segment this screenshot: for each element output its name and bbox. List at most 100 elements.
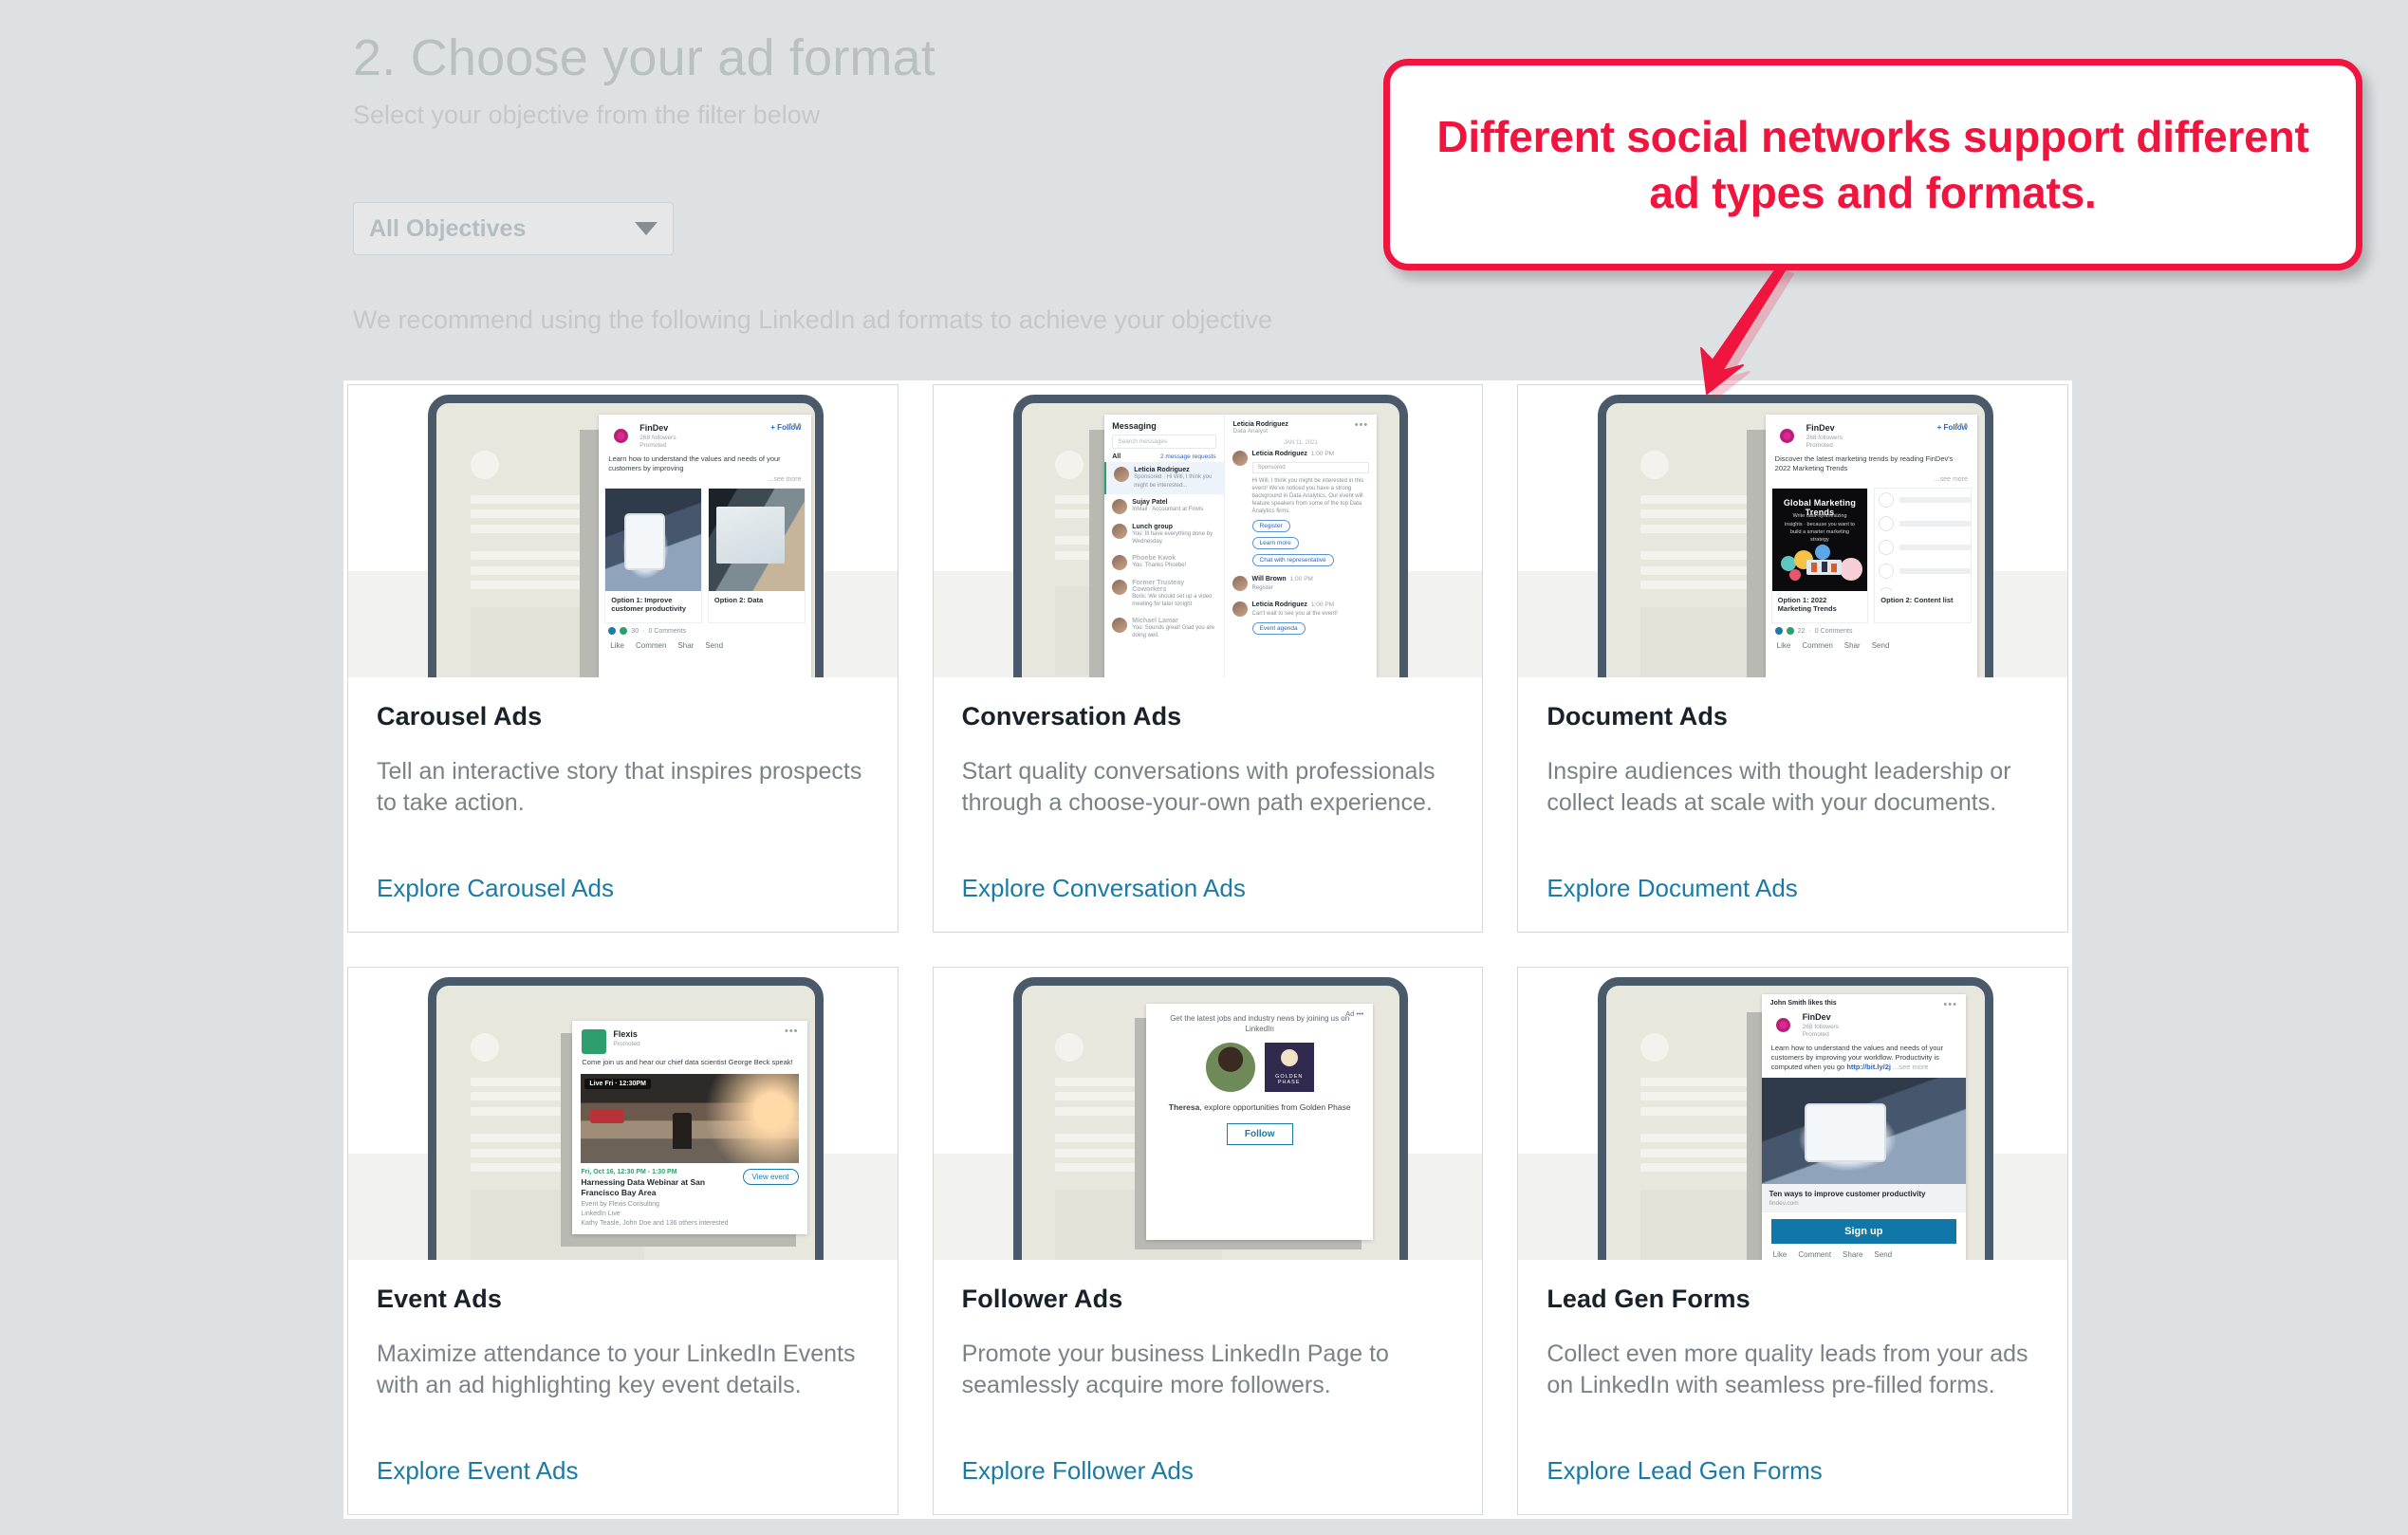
ad-format-card-event[interactable]: ••• Flexis Promoted Come join us and hea… [347,967,898,1515]
search-input[interactable]: Search messages [1112,435,1216,450]
send-action[interactable]: Send [1872,641,1890,650]
promoted-label: Promoted [613,1040,640,1047]
tablet-device-mock: ••• Flexis Promoted Come join us and hea… [427,977,824,1260]
like-action[interactable]: Like [610,641,624,650]
chevron-down-icon [635,222,658,235]
inbox-item-name: Sujay Patel [1132,498,1168,506]
event-title: Harnessing Data Webinar at San Francisco… [581,1176,706,1197]
post-header: Flexis Promoted [572,1021,806,1058]
comment-action[interactable]: Commen [1802,641,1832,650]
skeleton-avatar [1055,450,1084,479]
brand-name: Flexis [613,1029,638,1040]
share-action[interactable]: Shar [677,641,694,650]
brand-logo-icon [1770,1012,1796,1038]
linkedin-post-preview: ••• FinDev 268 followers Promoted + Foll… [1765,415,1977,677]
more-options-icon: ••• [1943,999,1957,1011]
like-reaction-icon [608,627,617,635]
follower-ad-headline: Get the latest jobs and industry news by… [1170,1013,1350,1034]
signup-button[interactable]: Sign up [1770,1218,1956,1244]
messaging-panel: Messaging Search messages All 2 message … [1104,415,1377,677]
inbox-item[interactable]: Lunch group You: Ill have everything don… [1104,519,1223,550]
card-title: Follower Ads [961,1285,1123,1313]
inbox-pane: Messaging Search messages All 2 message … [1104,415,1225,677]
ad-format-card-document[interactable]: ••• FinDev 268 followers Promoted + Foll… [1517,384,2068,933]
more-options-icon: ••• [787,419,803,432]
more-options-icon[interactable]: ••• [1355,419,1369,431]
post-text: Discover the latest marketing trends by … [1774,454,1954,473]
list-icon [1879,586,1895,591]
thread-message: Leticia Rodriguez 1:00 PM Can't wait to … [1225,597,1378,639]
see-more-link[interactable]: ...see more [599,474,810,488]
see-more-link[interactable]: ...see more [1893,1063,1929,1071]
carousel-card-1[interactable]: Option 1: Improve customer productivity [604,487,702,623]
ad-format-card-carousel[interactable]: ••• FinDev 268 followers Promoted + Foll… [347,384,898,933]
page-title: 2. Choose your ad format [353,29,936,86]
ad-format-card-conversation[interactable]: Messaging Search messages All 2 message … [932,384,1484,933]
list-icon [1879,563,1895,579]
card-description: Start quality conversations with profess… [961,758,1436,817]
carousel-card-2[interactable]: Option 2: Data [707,487,806,623]
document-cover-image: Global Marketing Trends Write data-synth… [1771,488,1868,591]
inbox-item-preview: You: Ill have everything done by Wednesd… [1132,530,1213,545]
list-icon [1879,515,1895,531]
like-action[interactable]: Like [1773,1250,1787,1259]
leadgen-thumbnail: ••• John Smith likes this FinDev 268 fol… [1518,968,2067,1260]
post-link[interactable]: http://bit.ly/2j [1846,1063,1891,1071]
inbox-item[interactable]: Sujay Patel InMail · Accountant at Finvi… [1104,494,1223,519]
card-title: Carousel Ads [377,702,543,731]
card-body: Follower Ads Promote your business Linke… [934,1260,1483,1514]
send-action[interactable]: Send [705,641,723,650]
inbox-item[interactable]: Leticia Rodriguez Sponsored · Hi Will, I… [1104,462,1224,494]
inbox-item-name: Leticia Rodriguez [1134,467,1190,474]
page-header: 2. Choose your ad format Select your obj… [353,28,935,130]
ad-format-card-leadgen[interactable]: ••• John Smith likes this FinDev 268 fol… [1517,967,2068,1515]
conversation-thumbnail: Messaging Search messages All 2 message … [933,385,1483,677]
follower-ad-preview: Ad ••• Get the latest jobs and industry … [1146,1003,1374,1241]
inbox-item[interactable]: Former Trusteay Coworkers Boris: We shou… [1104,575,1223,613]
explore-link[interactable]: Explore Carousel Ads [377,874,869,903]
brand-followers: 268 followers [1806,434,1843,441]
explore-link[interactable]: Explore Follower Ads [962,1456,1454,1486]
inbox-item-preview: Sponsored · Hi Will, I think you might b… [1134,474,1213,489]
objective-filter-dropdown[interactable]: All Objectives [353,202,674,255]
skeleton-avatar [1055,1032,1084,1062]
reply-option-chat[interactable]: Chat with representative [1251,554,1334,567]
reply-option-learn-more[interactable]: Learn more [1251,537,1299,550]
send-action[interactable]: Send [1874,1250,1892,1259]
tablet-device-mock: ••• FinDev 268 followers Promoted + Foll… [1598,395,1993,677]
tablet-device-mock: ••• FinDev 268 followers Promoted + Foll… [427,395,824,677]
explore-link[interactable]: Explore Event Ads [377,1456,869,1486]
see-more-link[interactable]: ...see more [1766,474,1977,488]
message-time: 1:00 PM [1289,576,1313,583]
inbox-item-name: Michael Lamar [1132,618,1178,625]
inbox-tab-all[interactable]: All [1112,453,1121,460]
ad-format-card-follower[interactable]: Ad ••• Get the latest jobs and industry … [932,967,1484,1515]
share-action[interactable]: Share [1843,1250,1862,1259]
message-requests-link[interactable]: 2 message requests [1160,453,1216,460]
objective-filter-value: All Objectives [369,214,527,242]
follow-button[interactable]: Follow [1226,1122,1293,1145]
inbox-item[interactable]: Michael Lamar You: Sounds great! Glad yo… [1104,613,1223,644]
screenshot-root: 2. Choose your ad format Select your obj… [0,0,2408,1535]
explore-link[interactable]: Explore Conversation Ads [962,874,1454,903]
brand-followers: 268 followers [1802,1023,1839,1030]
document-card-2[interactable]: Option 2: Content list [1874,487,1972,623]
document-card-1[interactable]: Global Marketing Trends Write data-synth… [1770,487,1869,623]
post-actions: Like Comment Share Send [1762,1244,1966,1260]
follower-thumbnail: Ad ••• Get the latest jobs and industry … [933,968,1483,1260]
explore-link[interactable]: Explore Document Ads [1547,874,2039,903]
view-event-button[interactable]: View event [742,1168,799,1185]
explore-link[interactable]: Explore Lead Gen Forms [1547,1456,2039,1486]
like-action[interactable]: Like [1777,641,1791,650]
inbox-item[interactable]: Phoebe Kwok You: Thanks Phoebe! [1104,550,1223,575]
reply-option-event-agenda[interactable]: Event agenda [1251,622,1306,636]
comment-action[interactable]: Commen [636,641,666,650]
tablet-device-mock: ••• John Smith likes this FinDev 268 fol… [1598,977,1993,1260]
card-description: Maximize attendance to your LinkedIn Eve… [377,1341,856,1399]
card-body: Conversation Ads Start quality conversat… [934,677,1483,932]
comment-action[interactable]: Comment [1798,1250,1831,1259]
reply-option-register[interactable]: Register [1251,520,1290,533]
share-action[interactable]: Shar [1844,641,1861,650]
annotation-callout: Different social networks support differ… [1383,59,2362,270]
inbox-item-preview: Boris: We should set up a video meeting … [1132,593,1213,607]
